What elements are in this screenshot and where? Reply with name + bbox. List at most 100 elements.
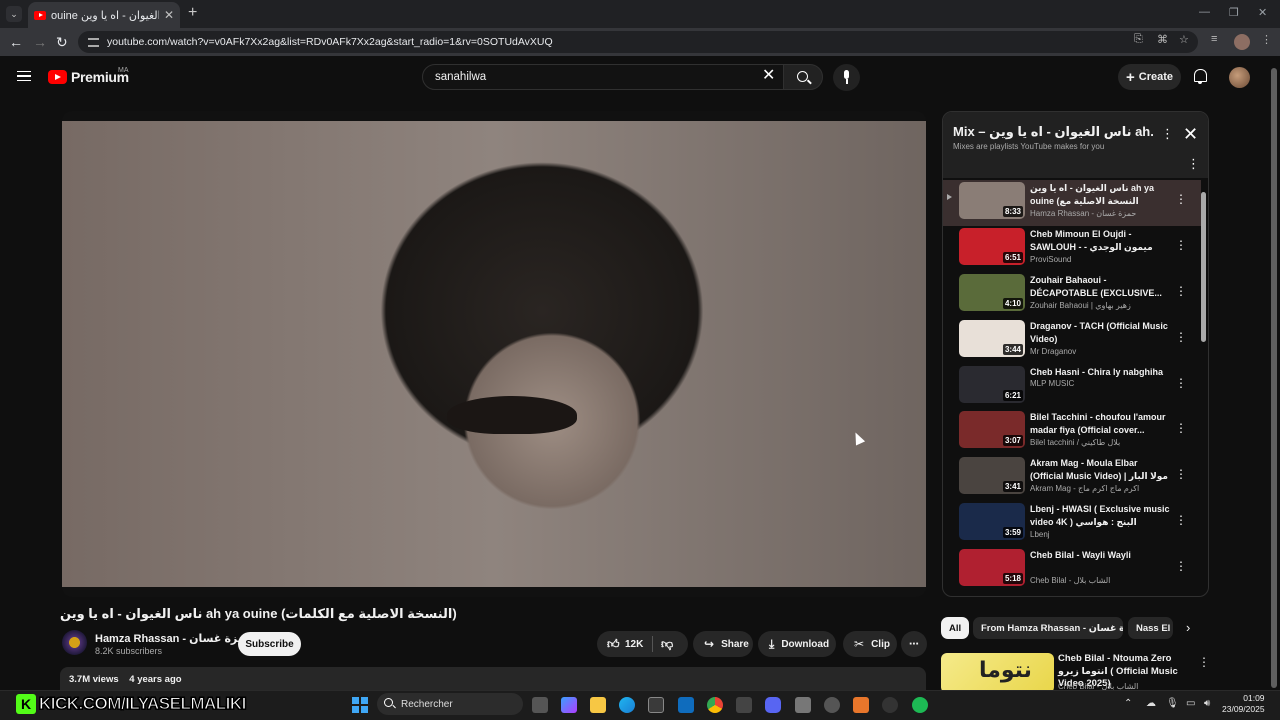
maximize-icon[interactable]: ❐ bbox=[1229, 6, 1239, 19]
channel-name[interactable]: Hamza Rhassan - حمزة غسان bbox=[95, 632, 253, 645]
playlist-item-thumbnail[interactable]: 4:10 bbox=[959, 274, 1025, 311]
page-scrollbar[interactable] bbox=[1270, 60, 1278, 700]
back-icon[interactable]: ← bbox=[9, 34, 23, 50]
playlist-title[interactable]: Mix – ناس الغيوان - اه يا وين ah... bbox=[953, 124, 1153, 140]
search-button[interactable] bbox=[783, 64, 823, 90]
playlist-options-icon[interactable]: ⋮ bbox=[1187, 156, 1200, 172]
playlist-item[interactable]: 3:41 Akram Mag - Moula Elbar (Official Mu… bbox=[943, 455, 1201, 501]
forward-icon[interactable]: → bbox=[33, 34, 47, 50]
playlist-item-title[interactable]: Akram Mag - Moula Elbar (Official Music … bbox=[1030, 457, 1170, 482]
chip-nass[interactable]: Nass El bbox=[1128, 617, 1173, 639]
playlist-item[interactable]: 3:07 Bilel Tacchini - choufou l'amour mad… bbox=[943, 409, 1201, 455]
windows-start-icon[interactable] bbox=[352, 697, 368, 713]
playlist-item-title[interactable]: ناس الغيوان - اه يا وين ah ya ouine (الن… bbox=[1030, 182, 1170, 208]
download-button[interactable]: ⤓ Download bbox=[758, 631, 836, 657]
playlist-item-menu-icon[interactable]: ⋮ bbox=[1175, 284, 1187, 298]
playlist-item-thumbnail[interactable]: 3:59 bbox=[959, 503, 1025, 540]
create-button[interactable]: + Create bbox=[1118, 64, 1181, 90]
playlist-item-menu-icon[interactable]: ⋮ bbox=[1175, 330, 1187, 344]
playlist-item[interactable]: 3:59 Lbenj - HWASI ( Exclusive music vide… bbox=[943, 501, 1201, 547]
share-button[interactable]: ↪ Share bbox=[693, 631, 753, 657]
playlist-item-thumbnail[interactable]: 3:44 bbox=[959, 320, 1025, 357]
task-view-icon[interactable] bbox=[532, 697, 548, 713]
hamburger-menu-icon[interactable] bbox=[17, 71, 31, 81]
install-icon[interactable]: ⎘ bbox=[1134, 33, 1143, 46]
new-tab-button[interactable]: + bbox=[188, 4, 197, 22]
playlist-item-title[interactable]: Draganov - TACH (Official Music Video) bbox=[1030, 320, 1170, 345]
browser-tab[interactable]: ouine ناس الغيوان - اه يا وين ✕ bbox=[28, 2, 180, 28]
playlist-scrollbar[interactable] bbox=[1201, 184, 1206, 594]
chevron-right-icon[interactable]: › bbox=[1186, 620, 1190, 635]
playlist-item-menu-icon[interactable]: ⋮ bbox=[1175, 467, 1187, 481]
file-explorer-icon[interactable] bbox=[590, 697, 606, 713]
close-playlist-icon[interactable]: ✕ bbox=[1183, 124, 1198, 145]
playlist-item-menu-icon[interactable]: ⋮ bbox=[1175, 238, 1187, 252]
notifications-bell-icon[interactable] bbox=[1194, 69, 1207, 84]
playlist-scroll-thumb[interactable] bbox=[1201, 192, 1206, 342]
page-scroll-thumb[interactable] bbox=[1271, 68, 1277, 688]
edge-icon[interactable] bbox=[619, 697, 635, 713]
app-icon[interactable] bbox=[736, 697, 752, 713]
playlist-item-title[interactable]: Cheb Hasni - Chira ly nabghiha bbox=[1030, 366, 1170, 379]
reload-icon[interactable]: ↻ bbox=[56, 34, 68, 51]
playlist-item-thumbnail[interactable]: 3:07 bbox=[959, 411, 1025, 448]
playlist-item-title[interactable]: Bilel Tacchini - choufou l'amour madar f… bbox=[1030, 411, 1170, 436]
playlist-item[interactable]: 3:44 Draganov - TACH (Official Music Vide… bbox=[943, 318, 1201, 364]
copilot-icon[interactable] bbox=[561, 697, 577, 713]
recommendation-thumbnail[interactable]: نتوما bbox=[941, 653, 1054, 693]
playlist-item[interactable]: 6:51 Cheb Mimoun El Oujdi - SAWLOUH - ميم… bbox=[943, 226, 1201, 272]
like-icon[interactable]: 👍︎ bbox=[607, 637, 620, 652]
playlist-item-thumbnail[interactable]: 8:33 bbox=[959, 182, 1025, 219]
playlist-item-menu-icon[interactable]: ⋮ bbox=[1175, 421, 1187, 435]
tray-display-icon[interactable]: ▭ bbox=[1186, 698, 1195, 709]
channel-avatar[interactable] bbox=[62, 630, 87, 655]
recommendation-menu-icon[interactable]: ⋮ bbox=[1198, 655, 1210, 669]
account-avatar[interactable] bbox=[1229, 67, 1250, 88]
playlist-item-title[interactable]: Cheb Bilal - Wayli Wayli bbox=[1030, 549, 1170, 562]
youtube-logo[interactable]: Premium bbox=[48, 69, 129, 85]
chip-all[interactable]: All bbox=[941, 617, 970, 639]
taskbar-clock[interactable]: 01:09 23/09/2025 bbox=[1222, 693, 1265, 715]
browser-menu-icon[interactable]: ⋮ bbox=[1261, 33, 1272, 46]
playlist-item-title[interactable]: Zouhair Bahaoui - DÉCAPOTABLE (EXCLUSIVE… bbox=[1030, 274, 1170, 299]
dislike-icon[interactable]: 👎︎ bbox=[661, 637, 673, 652]
playlist-item-thumbnail[interactable]: 6:21 bbox=[959, 366, 1025, 403]
subscribe-button[interactable]: Subscribe bbox=[238, 632, 301, 656]
playlist-item-menu-icon[interactable]: ⋮ bbox=[1175, 559, 1187, 573]
outlook-icon[interactable] bbox=[678, 697, 694, 713]
more-actions-button[interactable]: ⋯ bbox=[901, 631, 927, 657]
voice-search-icon[interactable] bbox=[833, 64, 860, 91]
taskbar-search[interactable]: Rechercher bbox=[377, 693, 523, 715]
tray-network-icon[interactable]: ☁ bbox=[1146, 698, 1156, 709]
search-input[interactable]: sanahilwa bbox=[422, 64, 790, 90]
playlist-item-menu-icon[interactable]: ⋮ bbox=[1175, 192, 1187, 206]
clip-button[interactable]: ✂ Clip bbox=[843, 631, 897, 657]
chrome-icon[interactable] bbox=[707, 697, 723, 713]
store-icon[interactable] bbox=[648, 697, 664, 713]
reading-list-icon[interactable]: ≡ bbox=[1211, 33, 1217, 45]
close-window-icon[interactable]: ✕ bbox=[1258, 6, 1267, 19]
chip-from-channel[interactable]: From Hamza Rhassan - حمزة غسان bbox=[973, 617, 1123, 639]
clear-search-icon[interactable]: ✕ bbox=[762, 68, 775, 84]
game-icon[interactable] bbox=[795, 697, 811, 713]
playlist-item-thumbnail[interactable]: 3:41 bbox=[959, 457, 1025, 494]
tab-search-icon[interactable]: ⌄ bbox=[6, 6, 22, 22]
app-dark-icon[interactable] bbox=[882, 697, 898, 713]
playlist-item-menu-icon[interactable]: ⋮ bbox=[1175, 376, 1187, 390]
playlist-item[interactable]: 6:21 Cheb Hasni - Chira ly nabghiha MLP MU… bbox=[943, 364, 1201, 410]
video-player[interactable] bbox=[62, 111, 926, 597]
playlist-item-thumbnail[interactable]: 6:51 bbox=[959, 228, 1025, 265]
translate-icon[interactable]: ⌘ bbox=[1157, 33, 1168, 46]
like-count[interactable]: 12K bbox=[625, 639, 643, 650]
close-tab-icon[interactable]: ✕ bbox=[164, 8, 174, 22]
bookmark-star-icon[interactable]: ☆ bbox=[1179, 33, 1189, 46]
app-orange-icon[interactable] bbox=[853, 697, 869, 713]
playlist-item[interactable]: 4:10 Zouhair Bahaoui - DÉCAPOTABLE (EXCLU… bbox=[943, 272, 1201, 318]
tray-mic-icon[interactable]: 🎙︎ bbox=[1166, 698, 1179, 709]
playlist-item-menu-icon[interactable]: ⋮ bbox=[1175, 513, 1187, 527]
playlist-item-thumbnail[interactable]: 5:18 bbox=[959, 549, 1025, 586]
obs-icon[interactable] bbox=[824, 697, 840, 713]
discord-icon[interactable] bbox=[765, 697, 781, 713]
browser-profile-avatar[interactable] bbox=[1234, 34, 1250, 50]
minimize-icon[interactable]: — bbox=[1199, 6, 1210, 18]
